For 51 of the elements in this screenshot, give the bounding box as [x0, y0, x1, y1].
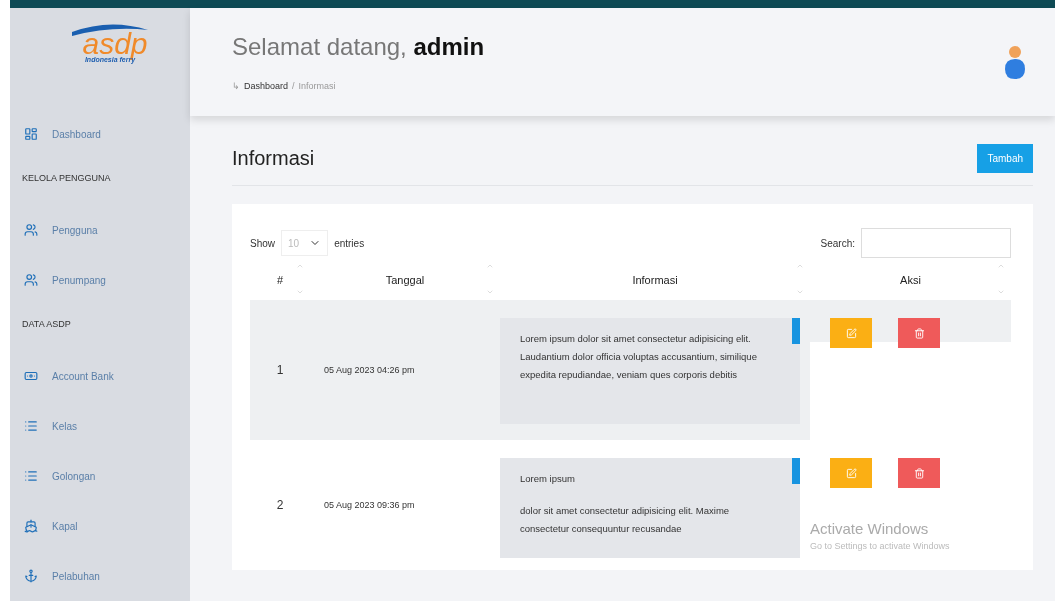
search-field[interactable] [861, 228, 1011, 258]
users-icon [24, 223, 38, 237]
delete-button[interactable] [898, 318, 940, 348]
banknote-icon [24, 369, 38, 383]
sidebar-item[interactable]: Kapal [10, 501, 190, 551]
breadcrumb-separator: / [292, 81, 295, 91]
sidebar-item[interactable]: Account Bank [10, 351, 190, 401]
activation-notice-text: Go to Settings to activate Windows [810, 541, 950, 551]
info-text-box: Lorem ipsum dolor sit amet consectetur adipisicing elit. Laudantium dolor officia voluptas accusantium, similique expedita repudiandae, veniam ques corporis debitis [500, 318, 800, 424]
date-cell-text: 05 Aug 2023 04:26 pm [323, 364, 416, 377]
user-avatar-icon[interactable] [1005, 45, 1025, 79]
row-number: 1 [275, 362, 285, 379]
trash-icon [913, 467, 925, 479]
list-icon [24, 419, 38, 433]
activation-notice-title: Activate Windows [810, 520, 930, 537]
welcome-heading: Selamat datang, admin [232, 33, 485, 61]
add-button[interactable]: Tambah [977, 144, 1033, 173]
dashboard-icon [24, 127, 38, 141]
page-title: Informasi [232, 147, 315, 170]
sidebar-item[interactable]: Kelas [10, 401, 190, 451]
entries-label: entries [334, 237, 365, 249]
edit-icon [845, 327, 857, 339]
trash-icon [913, 327, 925, 339]
column-header[interactable]: Aksi [810, 258, 1011, 300]
search-label: Search: [820, 237, 855, 249]
breadcrumb-arrow: ↳ [232, 81, 240, 91]
breadcrumb-current: Informasi [298, 81, 336, 91]
sidebar-item[interactable]: Pelabuhan [10, 551, 190, 601]
sidebar-section-heading: KELOLA PENGGUNA [21, 173, 112, 183]
sidebar-item[interactable]: Penumpang [10, 255, 190, 305]
info-text-box: Lorem ipsum dolor sit amet consectetur adipisicing elit. Maxime consectetur consequuntur recusandae [500, 458, 800, 558]
ship-icon [24, 519, 38, 533]
column-header[interactable]: # [250, 258, 310, 300]
sidebar-section-heading: DATA ASDP [21, 319, 72, 329]
show-label: Show [250, 237, 275, 249]
delete-button[interactable] [898, 458, 940, 488]
sidebar-item[interactable]: Pengguna [10, 205, 190, 255]
edit-button[interactable] [830, 318, 872, 348]
sidebar-item[interactable]: Dashboard [10, 109, 190, 159]
breadcrumb-link[interactable]: Dashboard [244, 81, 289, 91]
column-header[interactable]: Informasi [500, 258, 810, 300]
edit-icon [845, 467, 857, 479]
sidebar-item[interactable]: Golongan [10, 451, 190, 501]
list-icon [24, 469, 38, 483]
edit-button[interactable] [830, 458, 872, 488]
users-icon [24, 273, 38, 287]
date-cell-text: 05 Aug 2023 09:36 pm [323, 499, 416, 512]
page-size-select[interactable]: 10 [281, 230, 329, 256]
anchor-icon [24, 569, 38, 583]
row-number: 2 [275, 497, 285, 514]
column-header[interactable]: Tanggal [310, 258, 500, 300]
